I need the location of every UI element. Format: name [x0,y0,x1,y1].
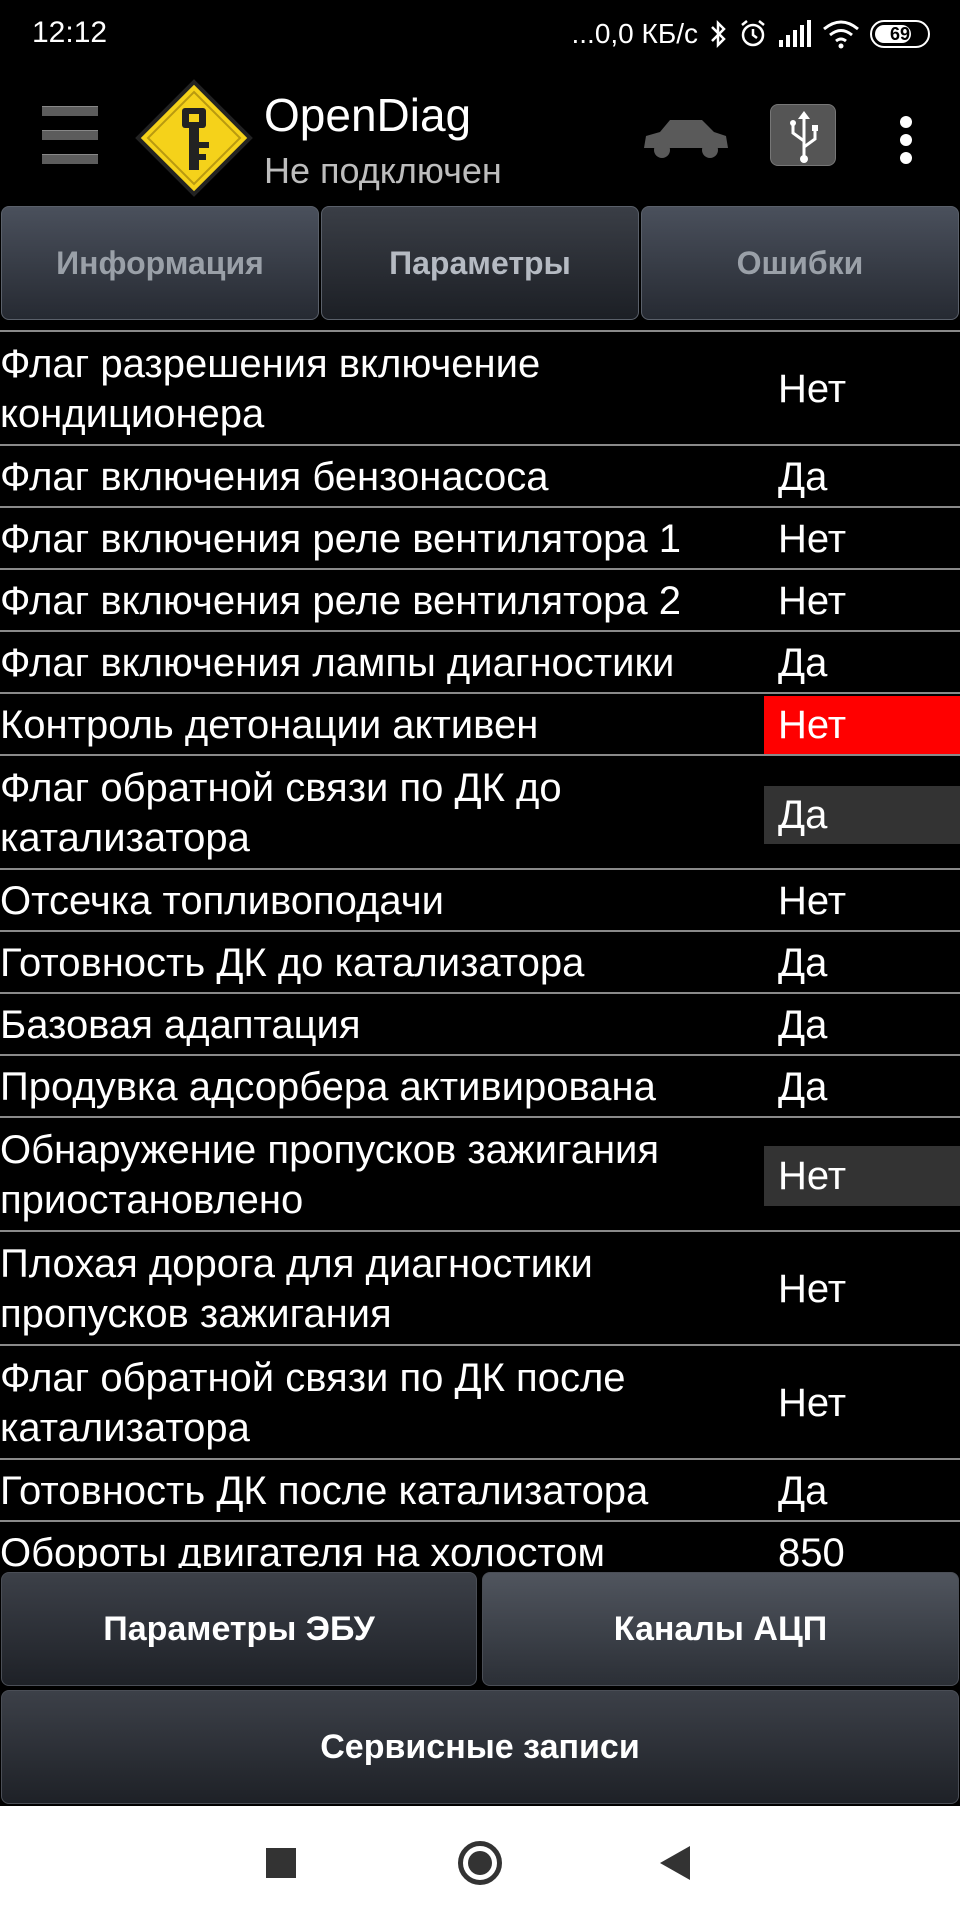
signal-icon [779,20,811,47]
param-label: Флаг включения реле вентилятора 2 [0,579,681,623]
table-row[interactable]: Продувка адсорбера активирована Да [0,1056,960,1118]
parameter-list[interactable]: Флаг разрешения включение кондиционера Н… [0,322,960,1568]
table-row[interactable]: Флаг включения бензонасоса Да [0,446,960,508]
connection-status: Не подключен [264,150,502,191]
table-row[interactable]: Готовность ДК после катализатора Да [0,1460,960,1522]
param-value: Да [778,640,828,685]
table-row[interactable]: Флаг обратной связи по ДК после катализа… [0,1346,960,1460]
param-label: Флаг обратной связи по ДК до катализатор… [0,766,562,860]
navigation-bar [0,1806,960,1920]
table-row[interactable]: Базовая адаптация Да [0,994,960,1056]
alarm-icon [741,20,765,47]
table-row[interactable]: Флаг включения лампы диагностики Да [0,632,960,694]
table-row [0,322,960,332]
status-icons: ...0,0 КБ/с 69 [571,14,930,54]
ecu-params-button[interactable]: Параметры ЭБУ [1,1572,477,1686]
table-row[interactable]: Готовность ДК до катализатора Да [0,932,960,994]
battery-icon: 69 [870,20,930,48]
param-label: Обнаружение пропусков зажигания приостан… [0,1128,660,1222]
table-row[interactable]: Контроль детонации активен Нет [0,694,960,756]
param-value: 850 [778,1530,845,1569]
tab-bar: Информация Параметры Ошибки [0,206,960,322]
service-records-button[interactable]: Сервисные записи [1,1690,959,1804]
param-value: Нет [778,878,847,923]
status-time: 12:12 [32,16,108,49]
tab-information[interactable]: Информация [1,206,319,320]
param-value: Нет [778,1266,847,1311]
table-row[interactable]: Отсечка топливоподачи Нет [0,870,960,932]
wifi-icon [823,20,859,49]
table-row[interactable]: Обороты двигателя на холостом 850 [0,1522,960,1569]
param-value: Да [778,1002,828,1047]
table-row[interactable]: Флаг включения реле вентилятора 1 Нет [0,508,960,570]
table-row[interactable]: Обнаружение пропусков зажигания приостан… [0,1118,960,1232]
menu-icon[interactable] [38,102,104,168]
param-value: Да [778,1468,828,1513]
param-label: Флаг разрешения включение кондиционера [0,342,541,436]
param-value: Да [778,940,828,985]
bluetooth-icon [711,19,726,49]
param-value: Да [778,1064,828,1109]
param-label: Продувка адсорбера активирована [0,1065,656,1109]
param-label: Готовность ДК до катализатора [0,941,585,985]
param-label: Плохая дорога для диагностики пропусков … [0,1242,593,1336]
more-vert-icon[interactable] [890,104,922,170]
tab-parameters[interactable]: Параметры [321,206,639,320]
tab-errors[interactable]: Ошибки [641,206,959,320]
param-label: Флаг включения бензонасоса [0,455,549,499]
param-label: Флаг обратной связи по ДК после катализа… [0,1356,626,1450]
param-label: Флаг включения реле вентилятора 1 [0,517,681,561]
param-label: Обороты двигателя на холостом [0,1531,605,1568]
table-row[interactable]: Флаг включения реле вентилятора 2 Нет [0,570,960,632]
network-speed: ...0,0 КБ/с [571,18,698,49]
param-label: Контроль детонации активен [0,703,539,747]
param-value: Нет [778,366,847,411]
param-label: Флаг включения лампы диагностики [0,641,675,685]
table-row[interactable]: Флаг обратной связи по ДК до катализатор… [0,756,960,870]
home-icon[interactable] [458,1841,502,1885]
param-label: Готовность ДК после катализатора [0,1469,649,1513]
table-row[interactable]: Плохая дорога для диагностики пропусков … [0,1232,960,1346]
status-bar: 12:12 ...0,0 КБ/с 69 [0,0,960,68]
back-icon[interactable] [660,1846,690,1880]
usb-button[interactable] [770,104,836,166]
adc-channels-button[interactable]: Каналы АЦП [482,1572,959,1686]
param-value: Нет [778,1380,847,1425]
param-label: Отсечка топливоподачи [0,879,444,923]
recents-icon[interactable] [266,1848,296,1878]
usb-icon [790,111,818,163]
param-label: Базовая адаптация [0,1003,361,1047]
table-row[interactable]: Флаг разрешения включение кондиционера Н… [0,332,960,446]
param-value-changed: Да [764,786,960,844]
param-value-changed: Нет [764,1146,960,1206]
app-logo [135,79,253,197]
param-value: Да [778,454,828,499]
param-value-alert: Нет [764,696,960,754]
app-title: OpenDiag [264,89,472,141]
car-icon[interactable] [640,108,730,164]
param-value: Нет [778,578,847,623]
battery-level: 69 [889,23,911,44]
param-value: Нет [778,516,847,561]
app-bar: OpenDiag Не подключен [0,68,960,206]
